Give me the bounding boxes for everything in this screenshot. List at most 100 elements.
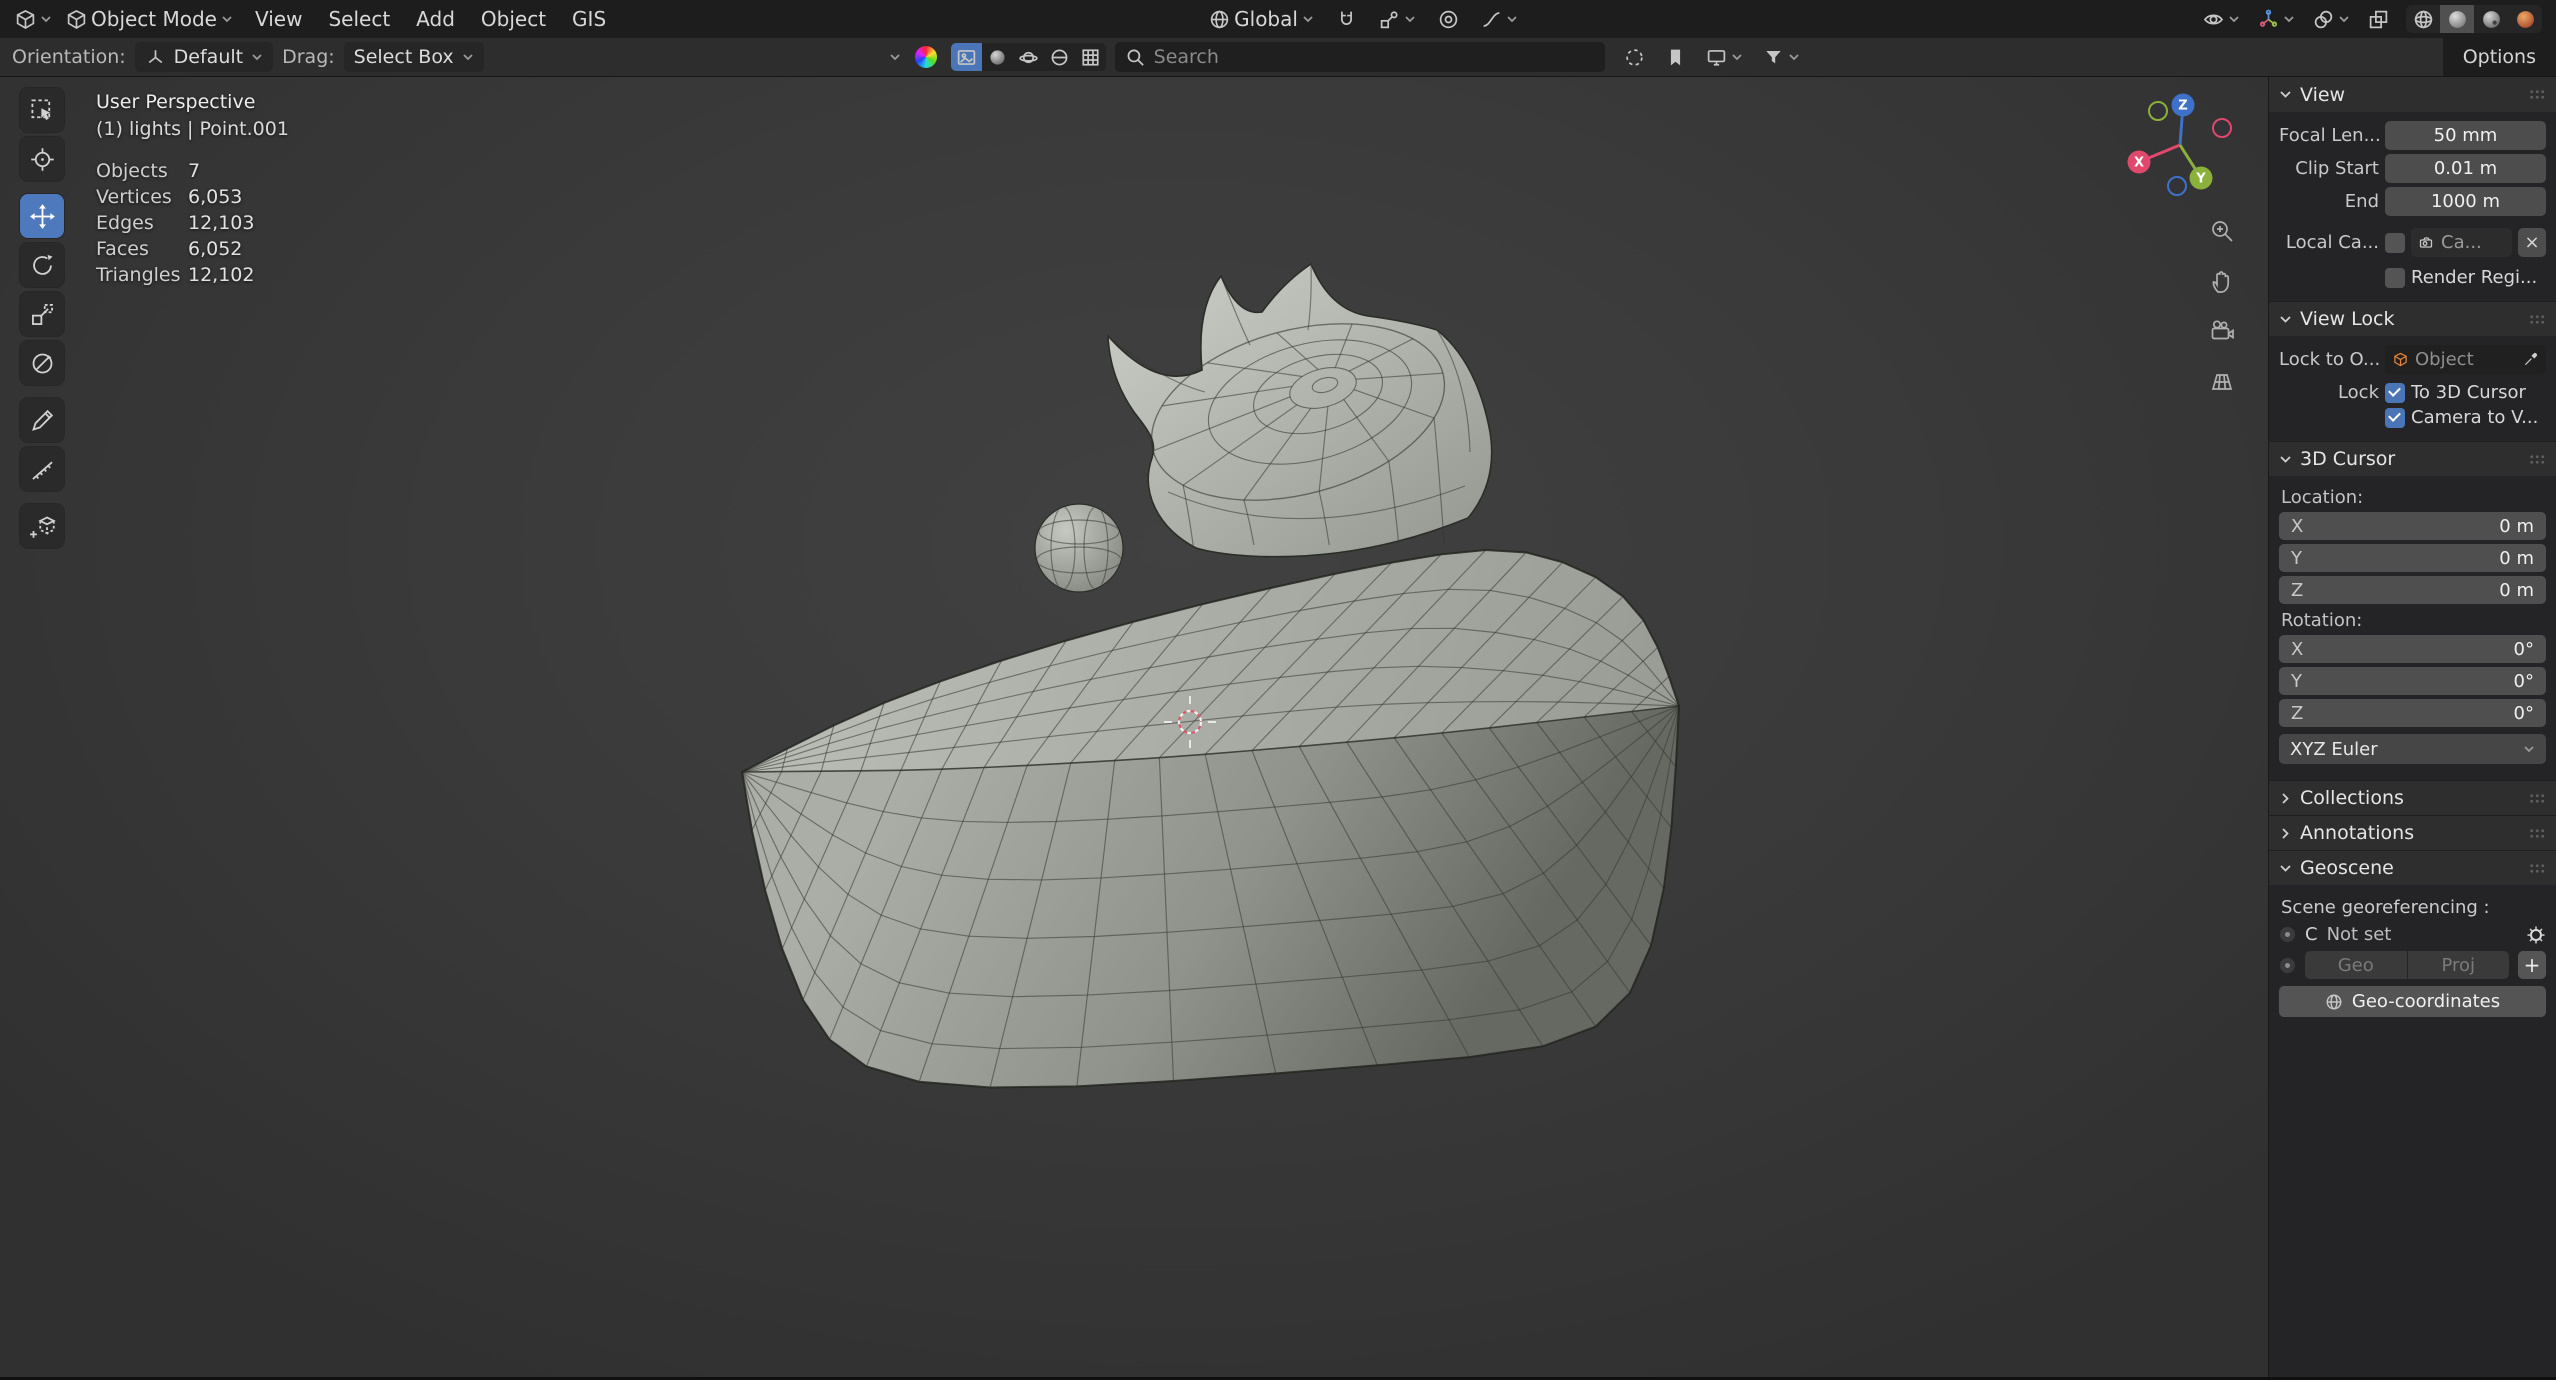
gear-icon — [2527, 926, 2545, 943]
hand-icon — [2212, 271, 2230, 293]
panel-geoscene-header[interactable]: Geoscene — [2269, 850, 2556, 885]
rotation-mode-dropdown[interactable]: XYZ Euler — [2279, 734, 2546, 764]
clip-start-field[interactable]: 0.01 m — [2385, 154, 2546, 183]
cursor-rotation-y-field[interactable]: Y 0° — [2279, 667, 2546, 695]
panel-view-lock-header[interactable]: View Lock — [2269, 301, 2556, 336]
rotate-tool[interactable] — [20, 243, 64, 287]
crs-radio[interactable] — [2279, 926, 2296, 943]
local-camera-field[interactable]: Ca... — [2411, 228, 2512, 257]
lock-object-field[interactable]: Object — [2385, 345, 2546, 374]
menu-add[interactable]: Add — [403, 7, 468, 31]
geo-button[interactable]: Geo — [2305, 951, 2407, 979]
shading-solid-button[interactable] — [2440, 5, 2474, 33]
panel-grip[interactable] — [2529, 862, 2546, 874]
bookmark-button[interactable] — [1660, 45, 1691, 70]
drag-dropdown[interactable]: Select Box — [343, 42, 484, 72]
gizmo-axis-neg-z[interactable] — [2167, 176, 2187, 196]
transform-tool[interactable] — [20, 341, 64, 385]
panel-grip[interactable] — [2529, 313, 2546, 325]
render-region-checkbox[interactable] — [2385, 267, 2405, 288]
transform-orientation-dropdown[interactable]: Global — [1204, 5, 1319, 33]
lock-to-cursor-checkbox[interactable] — [2385, 382, 2405, 403]
options-button[interactable]: Options — [2463, 46, 2536, 68]
shading-wireframe-button[interactable] — [2406, 5, 2440, 33]
overlays-toggle[interactable] — [2308, 7, 2355, 32]
crs-settings-button[interactable] — [2526, 925, 2546, 945]
orientation-dropdown[interactable]: Default — [134, 42, 274, 72]
camera-to-view-checkbox[interactable] — [2385, 407, 2405, 428]
panel-collections-header[interactable]: Collections — [2269, 780, 2556, 815]
shading-rendered-button[interactable] — [2508, 5, 2542, 33]
snap-settings-dropdown[interactable] — [1374, 7, 1421, 32]
clear-camera-button[interactable]: × — [2518, 228, 2546, 257]
geo-coordinates-button[interactable]: Geo-coordinates — [2279, 986, 2546, 1017]
cursor-tool[interactable] — [20, 137, 64, 181]
hue-wheel-button[interactable] — [910, 44, 942, 70]
panel-grip[interactable] — [2529, 792, 2546, 804]
scale-tool[interactable] — [20, 292, 64, 336]
cursor-rotation-x-field[interactable]: X 0° — [2279, 635, 2546, 663]
mode-selector[interactable]: Object Mode — [61, 5, 238, 33]
eyedropper-icon[interactable] — [2523, 352, 2538, 367]
select-box-tool[interactable] — [20, 88, 64, 132]
add-crs-button[interactable]: + — [2518, 951, 2546, 979]
gizmo-axis-neg-y[interactable] — [2148, 101, 2168, 121]
basemap-toggle-3[interactable] — [1013, 43, 1044, 71]
basemap-toggle-2[interactable] — [982, 43, 1013, 71]
geo-radio[interactable] — [2279, 956, 2296, 974]
chevron-down-icon — [2280, 91, 2291, 98]
menu-object[interactable]: Object — [468, 7, 559, 31]
measure-tool[interactable] — [20, 447, 64, 491]
display-mode-dropdown[interactable] — [1701, 45, 1748, 70]
proportional-edit-toggle[interactable] — [1433, 7, 1464, 32]
proportional-falloff-dropdown[interactable] — [1476, 7, 1523, 32]
xray-toggle[interactable] — [2363, 7, 2394, 32]
filter-dropdown[interactable] — [1758, 45, 1805, 70]
annotate-tool[interactable] — [20, 398, 64, 442]
drag-dropdown-value: Select Box — [353, 46, 454, 68]
panel-collections: Collections — [2269, 780, 2556, 815]
gizmos-toggle[interactable] — [2253, 7, 2300, 32]
menu-view[interactable]: View — [242, 7, 315, 31]
camera-view-button[interactable] — [2204, 313, 2240, 349]
panel-grip[interactable] — [2529, 89, 2546, 100]
basemap-toggle-5[interactable] — [1075, 43, 1106, 71]
chevron-right-icon — [2282, 792, 2289, 804]
menu-bar: View Select Add Object GIS — [242, 7, 619, 31]
clip-end-field[interactable]: 1000 m — [2385, 187, 2546, 216]
zoom-button[interactable] — [2204, 213, 2240, 249]
dashed-circle-button[interactable] — [1619, 45, 1650, 70]
toggle-ortho-button[interactable] — [2204, 363, 2240, 399]
pan-button[interactable] — [2204, 263, 2240, 299]
cursor-location-x-field[interactable]: X0 m — [2279, 512, 2546, 540]
shading-material-button[interactable] — [2474, 5, 2508, 33]
basemap-toggle-4[interactable] — [1044, 43, 1075, 71]
mesh-object[interactable] — [0, 77, 2556, 1377]
cursor-rotation-z-field[interactable]: Z 0° — [2279, 699, 2546, 727]
panel-grip[interactable] — [2529, 453, 2546, 465]
panel-view-header[interactable]: View — [2269, 77, 2556, 112]
crs-row: C Not set — [2279, 924, 2546, 945]
local-camera-checkbox[interactable] — [2385, 232, 2405, 253]
basemap-toggle-1[interactable] — [950, 43, 982, 71]
chevron-down-icon — [1405, 16, 1415, 23]
cursor-location-y-field[interactable]: Y0 m — [2279, 544, 2546, 572]
cursor-location-z-field[interactable]: Z0 m — [2279, 576, 2546, 604]
selectability-dropdown[interactable] — [2198, 7, 2245, 32]
editor-type-button[interactable] — [10, 7, 57, 32]
panel-grip[interactable] — [2529, 827, 2546, 839]
snap-toggle[interactable] — [1331, 7, 1362, 32]
menu-select[interactable]: Select — [315, 7, 403, 31]
3d-viewport[interactable]: User Perspective (1) lights | Point.001 … — [0, 77, 2556, 1377]
proj-button[interactable]: Proj — [2407, 951, 2509, 979]
panel-annotations-header[interactable]: Annotations — [2269, 815, 2556, 850]
add-cube-tool[interactable] — [20, 504, 64, 548]
gizmo-axis-neg-x[interactable] — [2212, 118, 2232, 138]
panel-3d-cursor-header[interactable]: 3D Cursor — [2269, 441, 2556, 476]
navigation-gizmo[interactable]: Z X Y — [2114, 85, 2254, 225]
focal-length-field[interactable]: 50 mm — [2385, 121, 2546, 150]
search-input[interactable] — [1153, 46, 1595, 68]
collapse-chevron-icon[interactable] — [889, 53, 901, 61]
move-tool[interactable] — [20, 194, 64, 238]
menu-gis[interactable]: GIS — [559, 7, 619, 31]
